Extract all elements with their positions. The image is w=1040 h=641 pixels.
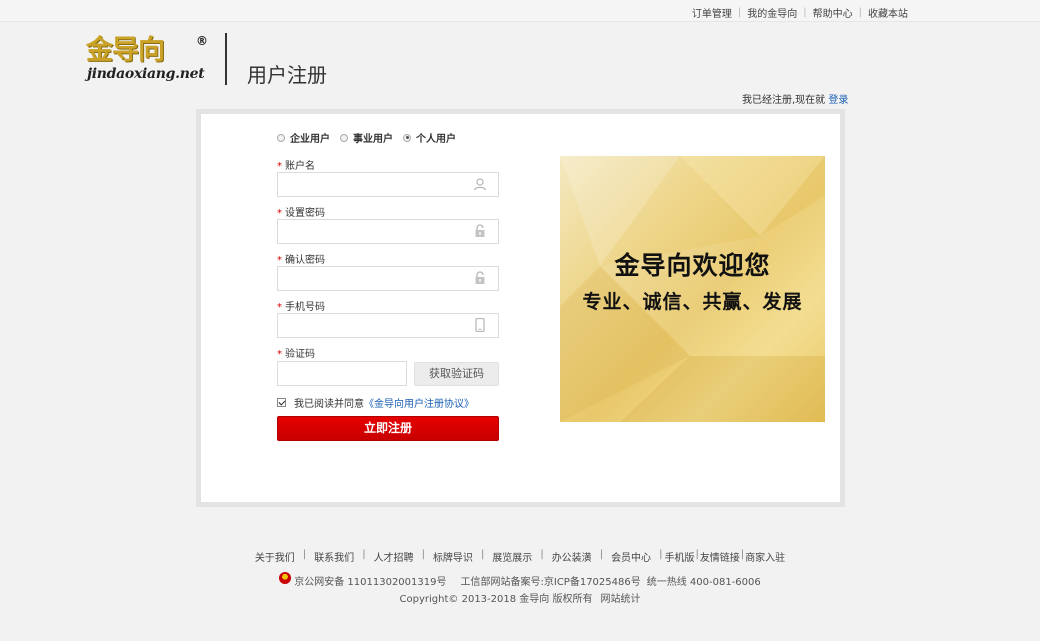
footer-separator: |	[599, 549, 604, 560]
user-type-label: 个人用户	[416, 134, 456, 145]
confirm-password-label-text: 确认密码	[285, 255, 325, 266]
header-divider	[225, 33, 227, 85]
required-star: *	[277, 208, 282, 219]
username-input[interactable]	[277, 172, 499, 197]
lock-icon	[475, 271, 485, 284]
phone-label-text: 手机号码	[285, 302, 325, 313]
lock-icon	[475, 224, 485, 237]
login-link[interactable]: 登录	[828, 95, 848, 106]
footer-link-office[interactable]: 办公装潢	[552, 549, 592, 564]
password-label-text: 设置密码	[285, 208, 325, 219]
topnav-orders-link[interactable]: 订单管理	[686, 5, 738, 20]
stats-link[interactable]: 网站统计	[600, 594, 640, 605]
banner-subtitle: 专业、诚信、共赢、发展	[582, 291, 803, 313]
required-star: *	[277, 349, 282, 360]
user-type-institution[interactable]: 事业用户	[340, 130, 393, 145]
footer-links: 关于我们 | 联系我们 | 人才招聘 | 标牌导识 | 展览展示 | 办公装潢 | 会员中心…	[0, 549, 1040, 564]
user-type-label: 企业用户	[290, 134, 330, 145]
agreement-link[interactable]: 《金导向用户注册协议》	[364, 395, 474, 410]
phone-label: * 手机号码	[277, 298, 325, 313]
radio-personal[interactable]	[403, 133, 411, 142]
captcha-label: * 验证码	[277, 345, 315, 360]
mobile-icon	[475, 318, 485, 332]
record-info: 京公网安备 11011302001319号 工信部网站备案号:京ICP备1702…	[0, 571, 1040, 588]
footer-separator: |	[421, 549, 425, 560]
footer-link-contact[interactable]: 联系我们	[314, 549, 354, 564]
captcha-label-text: 验证码	[285, 349, 315, 360]
get-code-button[interactable]: 获取验证码	[414, 362, 499, 386]
footer-separator: |	[540, 549, 544, 560]
password-label: * 设置密码	[277, 204, 325, 219]
confirm-password-label: * 确认密码	[277, 251, 325, 266]
required-star: *	[277, 161, 282, 172]
registered-mark: ®	[196, 34, 208, 48]
top-nav: 订单管理 | 我的金导向 | 帮助中心 | 收藏本站	[686, 5, 914, 20]
radio-enterprise[interactable]	[277, 133, 285, 142]
footer-separator: |	[302, 549, 307, 560]
register-panel: 企业用户 事业用户 个人用户 * 账户名 * 设置密码 * 确认密码 * 手机号…	[196, 109, 845, 507]
banner-title: 金导向欢迎您	[614, 251, 771, 280]
agree-text: 我已阅读并同意	[294, 399, 364, 410]
top-bar: 订单管理 | 我的金导向 | 帮助中心 | 收藏本站	[0, 0, 1040, 22]
username-label: * 账户名	[277, 157, 315, 172]
register-panel-inner: 企业用户 事业用户 个人用户 * 账户名 * 设置密码 * 确认密码 * 手机号…	[201, 114, 840, 502]
radio-institution[interactable]	[340, 133, 348, 142]
footer-link-exhibition[interactable]: 展览展示	[492, 549, 532, 564]
footer-link-mobile[interactable]: 手机版	[664, 549, 694, 564]
user-icon	[473, 178, 487, 191]
user-type-personal[interactable]: 个人用户	[403, 130, 456, 145]
copyright-text: Copyright© 2013-2018 金导向 版权所有	[399, 594, 593, 605]
confirm-password-input[interactable]	[277, 266, 499, 291]
footer-link-signage[interactable]: 标牌导识	[433, 549, 473, 564]
police-record[interactable]: 京公网安备 11011302001319号	[294, 573, 446, 588]
footer-separator: |	[480, 549, 485, 560]
required-star: *	[277, 302, 282, 313]
welcome-banner: 金导向欢迎您 专业、诚信、共赢、发展	[560, 156, 825, 422]
username-label-text: 账户名	[285, 161, 315, 172]
footer-link-jobs[interactable]: 人才招聘	[374, 549, 414, 564]
register-button[interactable]: 立即注册	[277, 416, 499, 441]
hotline: 统一热线 400-081-6006	[646, 577, 761, 588]
topnav-my-account-link[interactable]: 我的金导向	[741, 5, 803, 20]
site-logo[interactable]: 金导向 ® jindaoxiang.net	[86, 34, 216, 86]
footer-separator: |	[362, 549, 366, 560]
login-hint-text: 我已经注册,现在就	[742, 95, 826, 106]
agreement-row: 我已阅读并同意 《金导向用户注册协议》	[277, 395, 474, 410]
user-type-label: 事业用户	[353, 134, 393, 145]
topnav-bookmark-link[interactable]: 收藏本站	[862, 5, 914, 20]
logo-domain-text: jindaoxiang.net	[87, 66, 205, 82]
user-type-group: 企业用户 事业用户 个人用户	[277, 130, 466, 145]
phone-input[interactable]	[277, 313, 499, 338]
footer-link-about[interactable]: 关于我们	[255, 549, 295, 564]
user-type-enterprise[interactable]: 企业用户	[277, 130, 330, 145]
required-star: *	[277, 255, 282, 266]
page-title: 用户注册	[247, 63, 327, 87]
logo-chinese-text: 金导向	[86, 35, 165, 66]
police-emblem-icon	[279, 571, 292, 584]
copyright: Copyright© 2013-2018 金导向 版权所有 网站统计	[0, 590, 1040, 605]
captcha-input[interactable]	[277, 361, 407, 386]
footer-link-member[interactable]: 会员中心	[611, 549, 651, 564]
login-hint: 我已经注册,现在就 登录	[742, 91, 848, 106]
topnav-help-link[interactable]: 帮助中心	[807, 5, 859, 20]
footer-link-merchant[interactable]: 商家入驻	[745, 549, 785, 564]
password-input[interactable]	[277, 219, 499, 244]
footer-link-friends[interactable]: 友情链接	[700, 549, 740, 564]
icp-record[interactable]: 工信部网站备案号:京ICP备17025486号	[461, 573, 641, 588]
agree-checkbox[interactable]	[277, 398, 286, 407]
footer-separator: |	[659, 549, 663, 560]
